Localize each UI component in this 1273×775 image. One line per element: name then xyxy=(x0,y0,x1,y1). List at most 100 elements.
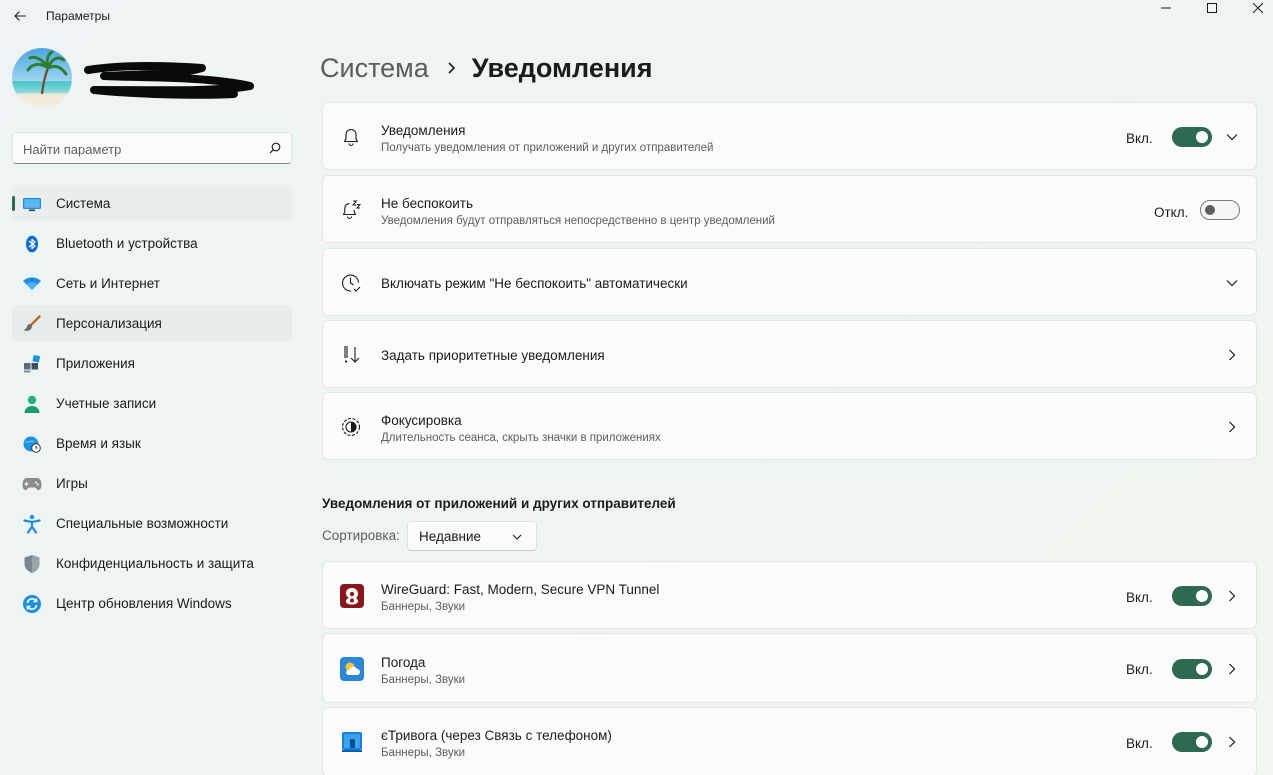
chevron-right-icon xyxy=(447,61,456,75)
chevron-right-icon[interactable] xyxy=(1224,661,1240,677)
card-subtitle: Уведомления будут отправляться непосредс… xyxy=(381,215,775,227)
breadcrumb: Система Уведомления xyxy=(320,50,653,86)
avatar[interactable] xyxy=(12,48,72,108)
window-title: Параметры xyxy=(46,9,110,23)
sidebar-item-label: Конфиденциальность и защита xyxy=(56,556,254,571)
toggle-state-label: Откл. xyxy=(1154,205,1189,220)
sidebar-nav: Система Bluetooth и устройства Сеть и Ин… xyxy=(12,185,292,625)
sidebar-item-personalization[interactable]: Персонализация xyxy=(12,305,292,341)
chevron-down-icon xyxy=(510,530,524,544)
focus-timer-icon xyxy=(339,415,363,439)
bell-snooze-icon xyxy=(339,198,363,222)
sort-label: Сортировка: xyxy=(322,528,400,543)
globe-clock-icon xyxy=(22,434,42,454)
app-detail: Баннеры, Звуки xyxy=(381,674,466,686)
app-row-wireguard[interactable]: WireGuard: Fast, Modern, Secure VPN Tunn… xyxy=(322,561,1257,629)
sidebar-item-label: Система xyxy=(56,196,111,211)
sidebar-item-label: Сеть и Интернет xyxy=(56,276,160,291)
sidebar-item-accounts[interactable]: Учетные записи xyxy=(12,385,292,421)
sidebar-item-system[interactable]: Система xyxy=(12,185,292,221)
selection-indicator xyxy=(12,196,15,211)
toggle-state-label: Вкл. xyxy=(1126,590,1153,605)
sidebar-item-bluetooth[interactable]: Bluetooth и устройства xyxy=(12,225,292,261)
chevron-down-icon[interactable] xyxy=(1224,129,1240,145)
clock-schedule-icon xyxy=(339,271,363,295)
maximize-button[interactable] xyxy=(1189,0,1235,16)
phone-link-icon xyxy=(340,730,364,754)
card-title: Не беспокоить xyxy=(381,196,473,211)
sidebar-item-windows-update[interactable]: Центр обновления Windows xyxy=(12,585,292,621)
app-row-etryvoga[interactable]: єТривога (через Связь с телефоном) Банне… xyxy=(322,707,1257,775)
priority-sort-icon xyxy=(339,343,363,367)
sidebar-item-label: Персонализация xyxy=(56,316,162,331)
notifications-card[interactable]: Уведомления Получать уведомления от прил… xyxy=(322,102,1257,170)
close-icon xyxy=(1253,3,1263,13)
page-title: Уведомления xyxy=(471,52,653,83)
sidebar-item-label: Bluetooth и устройства xyxy=(56,236,198,251)
apps-icon xyxy=(22,354,42,374)
card-title: Фокусировка xyxy=(381,413,462,428)
sidebar-item-label: Приложения xyxy=(56,356,135,371)
sort-selected-value: Недавние xyxy=(419,529,482,544)
bell-icon xyxy=(339,125,363,149)
do-not-disturb-toggle[interactable] xyxy=(1200,200,1240,220)
redaction-scribble xyxy=(84,62,254,99)
app-name: WireGuard: Fast, Modern, Secure VPN Tunn… xyxy=(381,582,660,597)
chevron-right-icon[interactable] xyxy=(1224,588,1240,604)
do-not-disturb-card[interactable]: Не беспокоить Уведомления будут отправля… xyxy=(322,175,1257,243)
notifications-toggle[interactable] xyxy=(1172,127,1212,147)
search-box[interactable] xyxy=(12,132,292,164)
search-icon xyxy=(269,142,281,154)
app-weather-toggle[interactable] xyxy=(1172,659,1212,679)
toggle-state-label: Вкл. xyxy=(1126,131,1153,146)
priority-notifications-card[interactable]: Задать приоритетные уведомления xyxy=(322,320,1257,388)
maximize-icon xyxy=(1207,3,1217,13)
dnd-automatic-card[interactable]: Включать режим "Не беспокоить" автоматич… xyxy=(322,248,1257,316)
minimize-button[interactable] xyxy=(1143,0,1189,16)
focus-card[interactable]: Фокусировка Длительность сеанса, скрыть … xyxy=(322,392,1257,460)
chevron-right-icon[interactable] xyxy=(1224,347,1240,363)
sidebar-item-apps[interactable]: Приложения xyxy=(12,345,292,381)
chevron-down-icon[interactable] xyxy=(1224,275,1240,291)
app-detail: Баннеры, Звуки xyxy=(381,601,466,613)
sidebar-item-privacy[interactable]: Конфиденциальность и защита xyxy=(12,545,292,581)
system-display-icon xyxy=(22,194,42,214)
sidebar-item-time-language[interactable]: Время и язык xyxy=(12,425,292,461)
app-etryvoga-toggle[interactable] xyxy=(1172,732,1212,752)
wifi-icon xyxy=(22,274,42,294)
sidebar-item-label: Учетные записи xyxy=(56,396,157,411)
chevron-right-icon[interactable] xyxy=(1224,419,1240,435)
sidebar-item-accessibility[interactable]: Специальные возможности xyxy=(12,505,292,541)
card-title: Уведомления xyxy=(381,123,466,138)
app-detail: Баннеры, Звуки xyxy=(381,747,466,759)
title-bar: Параметры xyxy=(0,0,1273,32)
sort-dropdown[interactable]: Недавние xyxy=(407,521,537,551)
app-wireguard-toggle[interactable] xyxy=(1172,586,1212,606)
weather-icon xyxy=(340,657,364,681)
windows-update-icon xyxy=(22,594,42,614)
card-subtitle: Длительность сеанса, скрыть значки в при… xyxy=(381,432,661,444)
gamepad-icon xyxy=(22,474,42,494)
sidebar-item-label: Специальные возможности xyxy=(56,516,229,531)
sidebar-item-label: Игры xyxy=(56,476,88,491)
card-title: Задать приоритетные уведомления xyxy=(381,348,605,363)
account-icon xyxy=(22,394,42,414)
bluetooth-icon xyxy=(22,234,42,254)
search-input[interactable] xyxy=(23,139,263,159)
card-subtitle: Получать уведомления от приложений и дру… xyxy=(381,142,714,154)
breadcrumb-parent-link[interactable]: Система xyxy=(320,53,429,84)
toggle-state-label: Вкл. xyxy=(1126,662,1153,677)
app-row-weather[interactable]: Погода Баннеры, Звуки Вкл. xyxy=(322,633,1257,703)
accessibility-icon xyxy=(22,514,42,534)
back-arrow-icon xyxy=(14,11,26,21)
sidebar-item-label: Центр обновления Windows xyxy=(56,596,232,611)
sidebar-item-network[interactable]: Сеть и Интернет xyxy=(12,265,292,301)
toggle-state-label: Вкл. xyxy=(1126,736,1153,751)
chevron-right-icon[interactable] xyxy=(1224,734,1240,750)
sidebar-item-gaming[interactable]: Игры xyxy=(12,465,292,501)
close-button[interactable] xyxy=(1235,0,1273,16)
brush-icon xyxy=(22,314,42,334)
back-button[interactable] xyxy=(9,5,31,27)
shield-icon xyxy=(22,554,42,574)
sidebar-item-label: Время и язык xyxy=(56,436,141,451)
